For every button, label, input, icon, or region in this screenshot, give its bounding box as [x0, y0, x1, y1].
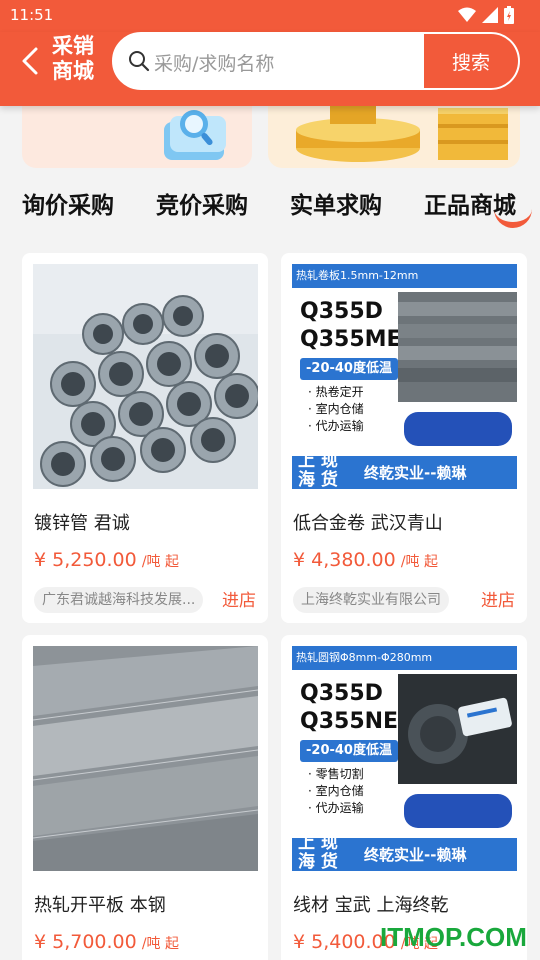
gold-bars-icon — [296, 106, 508, 162]
product-name: 低合金卷 武汉青山 — [293, 513, 443, 534]
steel-plate-photo — [398, 292, 517, 402]
ad-grade-2: Q355ME — [300, 327, 402, 352]
ad-feature: · 零售切割 — [308, 767, 364, 781]
page-title-line2: 商城 — [52, 59, 94, 83]
ad-temp-badge: -20-40度低温 — [300, 358, 398, 380]
ad-temp-badge: -20-40度低温 — [300, 740, 398, 762]
ad-info-bubble — [404, 412, 512, 446]
price-amount: ¥ 5,700.00 — [34, 931, 137, 953]
steel-bar-photo — [398, 674, 517, 784]
product-name: 镀锌管 君诚 — [34, 513, 130, 534]
price-unit: /吨 起 — [141, 936, 180, 952]
ad-tag-line1: 上 现 — [298, 451, 338, 471]
ad-grade-1: Q355D — [300, 299, 383, 324]
ad-top-label: 热轧卷板1.5mm-12mm — [292, 264, 517, 288]
tab-bidding-purchase[interactable]: 竞价采购 — [156, 186, 248, 220]
price-unit: /吨 起 — [141, 554, 180, 570]
ad-grades: Q355D Q355ME — [300, 298, 402, 354]
banner-row — [0, 106, 540, 168]
ad-grade-2: Q355NE — [300, 709, 399, 734]
shop-name[interactable]: 广东君诚越海科技发展... — [34, 587, 204, 613]
ad-tag: 上 现 海 货 — [298, 833, 348, 872]
product-price: ¥ 4,380.00 /吨 起 — [293, 549, 438, 571]
search-3d-icon — [164, 110, 226, 160]
product-name: 线材 宝武 上海终乾 — [293, 895, 449, 916]
ad-tag-line2: 海 货 — [298, 470, 338, 490]
ad-grade-1: Q355D — [300, 681, 383, 706]
tab-real-order[interactable]: 实单求购 — [290, 186, 382, 220]
battery-icon — [504, 6, 514, 28]
back-arrow-icon[interactable] — [18, 46, 44, 76]
ad-bottom-bar: 上 现 海 货 终乾实业--赖琳 — [292, 834, 517, 871]
search-bar[interactable]: 采购/求购名称 搜索 — [112, 32, 520, 90]
ad-feature-list: · 零售切割 · 室内仓储 · 代办运输 — [308, 766, 364, 817]
shop-name[interactable]: 上海终乾实业有限公司 — [293, 587, 449, 613]
product-price: ¥ 5,700.00 /吨 起 — [34, 931, 179, 953]
product-image[interactable] — [33, 646, 258, 871]
ad-feature: · 室内仓储 — [308, 784, 364, 798]
ad-top-label: 热轧圆钢Φ8mm-Φ280mm — [292, 646, 517, 670]
ad-feature: · 代办运输 — [308, 419, 364, 433]
page-title-line1: 采销 — [52, 34, 94, 58]
banner-mall[interactable] — [268, 106, 520, 168]
ad-company: 终乾实业--赖琳 — [364, 846, 467, 864]
header-bar: 采销 商城 采购/求购名称 搜索 — [0, 32, 540, 106]
status-time: 11:51 — [10, 6, 54, 24]
banner-inquiry[interactable] — [22, 106, 252, 168]
watermark-text: ITMOP.COM — [380, 922, 527, 952]
product-card[interactable]: 热轧圆钢Φ8mm-Φ280mm Q355D Q355NE -20-40度低温 ·… — [281, 635, 527, 960]
wifi-icon — [458, 7, 476, 27]
product-card[interactable]: 热轧卷板1.5mm-12mm Q355D Q355ME -20-40度低温 · … — [281, 253, 527, 623]
ad-tag: 上 现 海 货 — [298, 451, 348, 490]
product-image[interactable]: 热轧卷板1.5mm-12mm Q355D Q355ME -20-40度低温 · … — [292, 264, 517, 489]
status-bar: 11:51 — [0, 0, 540, 32]
enter-store-button[interactable]: 进店 — [222, 586, 256, 611]
tab-inquiry-purchase[interactable]: 询价采购 — [22, 186, 114, 220]
ad-bottom-bar: 上 现 海 货 终乾实业--赖琳 — [292, 452, 517, 489]
product-image[interactable]: 热轧圆钢Φ8mm-Φ280mm Q355D Q355NE -20-40度低温 ·… — [292, 646, 517, 871]
ad-tag-line1: 上 现 — [298, 833, 338, 853]
ad-feature: · 代办运输 — [308, 801, 364, 815]
search-button[interactable]: 搜索 — [424, 34, 518, 88]
ad-tag-line2: 海 货 — [298, 852, 338, 872]
price-amount: ¥ 5,250.00 — [34, 549, 137, 571]
ad-grades: Q355D Q355NE — [300, 680, 398, 736]
price-unit: /吨 起 — [400, 554, 439, 570]
product-card[interactable]: 镀锌管 君诚 ¥ 5,250.00 /吨 起 广东君诚越海科技发展... 进店 — [22, 253, 268, 623]
product-image[interactable] — [33, 264, 258, 489]
product-price: ¥ 5,250.00 /吨 起 — [34, 549, 179, 571]
ad-feature: · 室内仓储 — [308, 402, 364, 416]
page-title: 采销 商城 — [52, 34, 102, 84]
search-input[interactable]: 采购/求购名称 — [154, 49, 274, 76]
price-amount: ¥ 4,380.00 — [293, 549, 396, 571]
enter-store-button[interactable]: 进店 — [481, 586, 515, 611]
ad-feature: · 热卷定开 — [308, 385, 364, 399]
ad-company: 终乾实业--赖琳 — [364, 464, 467, 482]
ad-feature-list: · 热卷定开 · 室内仓储 · 代办运输 — [308, 384, 364, 435]
product-card[interactable]: 热轧开平板 本钢 ¥ 5,700.00 /吨 起 — [22, 635, 268, 960]
category-tabs: 询价采购 竞价采购 实单求购 正品商城 — [0, 186, 540, 230]
product-name: 热轧开平板 本钢 — [34, 895, 166, 916]
signal-icon — [482, 7, 498, 27]
ad-info-bubble — [404, 794, 512, 828]
search-icon — [128, 50, 150, 72]
